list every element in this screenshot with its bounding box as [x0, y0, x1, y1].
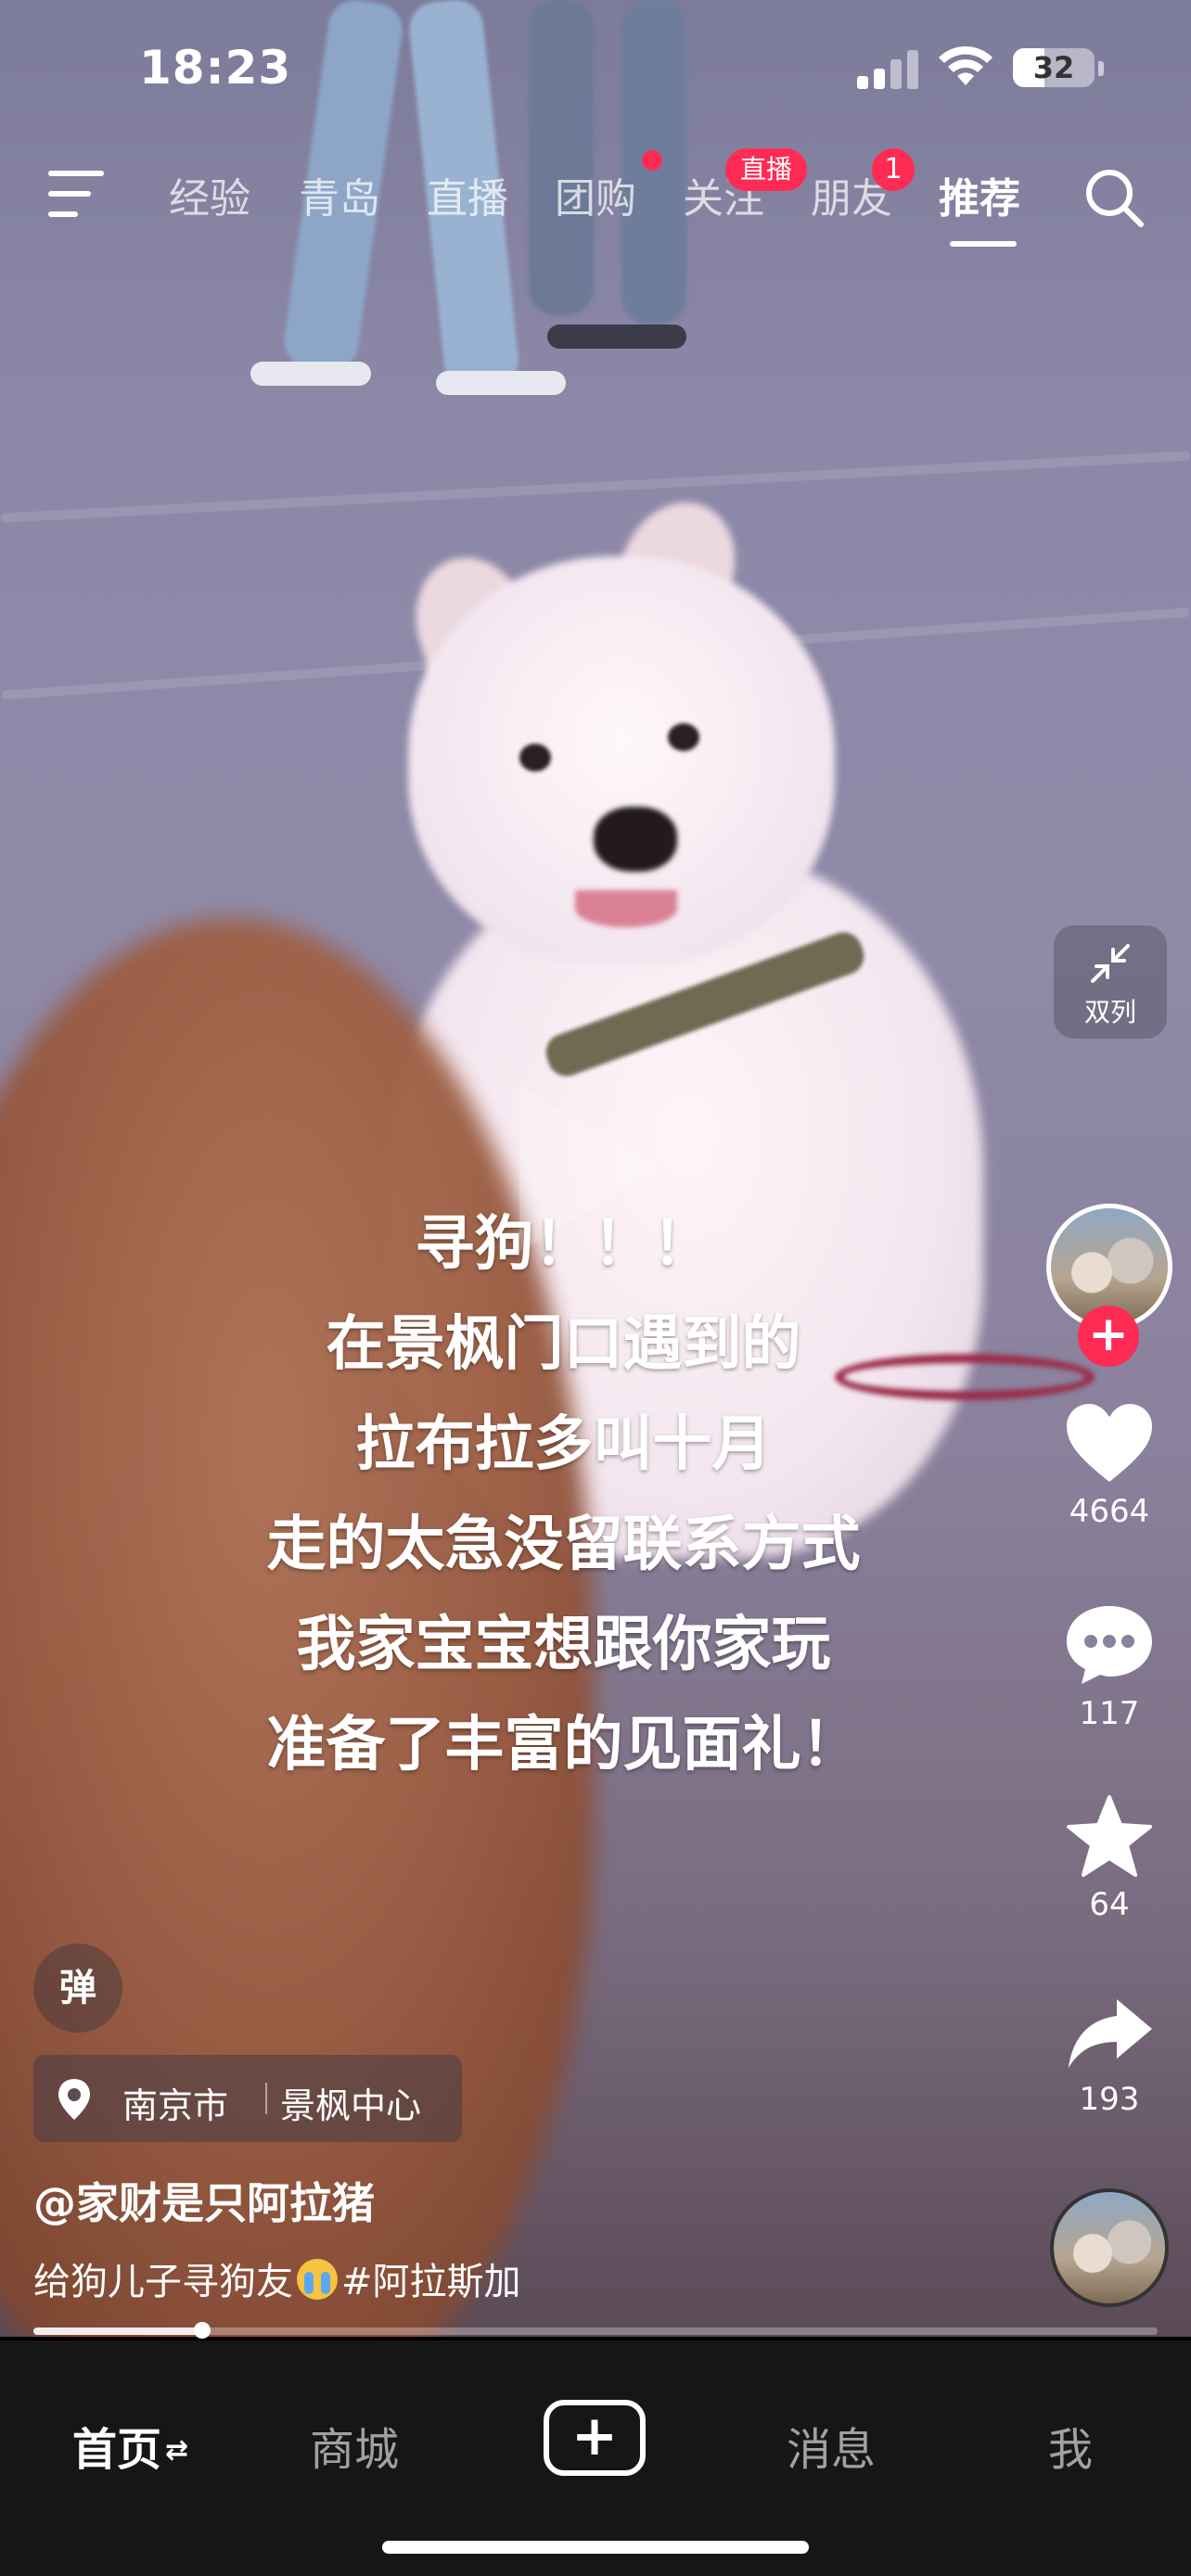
crying-emoji-icon	[297, 2259, 338, 2300]
nav-home[interactable]: 首页 ⇄	[72, 2413, 188, 2478]
friends-count-badge: 1	[872, 148, 915, 191]
star-icon	[1067, 1795, 1152, 1877]
nav-mall[interactable]: 商城	[310, 2413, 399, 2478]
notification-dot	[642, 150, 662, 171]
double-column-label: 双列	[1083, 997, 1136, 1027]
tab-live[interactable]: 直播	[427, 165, 508, 224]
overlay-line: 走的太急没留联系方式	[266, 1511, 861, 1579]
nav-me[interactable]: 我	[1048, 2413, 1093, 2478]
danmaku-toggle-button[interactable]: 弹	[33, 1944, 122, 2033]
video-player[interactable]: 寻狗！！！ 在景枫门口遇到的 拉布拉多叫十月 走的太急没留联系方式 我家宝宝想跟…	[0, 0, 1191, 2337]
overlay-line: 拉布拉多叫十月	[355, 1410, 772, 1479]
battery-icon: 32	[1013, 48, 1095, 87]
double-column-button[interactable]: 双列	[1054, 925, 1167, 1039]
create-button[interactable]: +	[544, 2400, 646, 2476]
like-count: 4664	[1069, 1493, 1150, 1530]
nav-messages[interactable]: 消息	[787, 2413, 876, 2478]
live-badge: 直播	[725, 148, 808, 191]
video-overlay-text: 寻狗！！！ 在景枫门口遇到的 拉布拉多叫十月 走的太急没留联系方式 我家宝宝想跟…	[0, 1194, 1127, 1795]
share-arrow-icon	[1069, 1999, 1152, 2068]
favorite-count: 64	[1089, 1886, 1130, 1923]
progress-fill	[33, 2327, 202, 2335]
tab-group-buy[interactable]: 团购	[555, 165, 636, 224]
location-pin-icon	[58, 2079, 90, 2120]
like-button[interactable]: 4664	[1046, 1402, 1172, 1530]
cellular-signal-icon	[857, 48, 922, 89]
wifi-icon	[939, 45, 992, 85]
overlay-line: 准备了丰富的见面礼！	[266, 1711, 861, 1779]
caption-text: 给狗儿子寻狗友	[33, 2261, 293, 2303]
comment-icon	[1067, 1606, 1152, 1684]
nav-home-label: 首页	[72, 2424, 162, 2476]
share-count: 193	[1079, 2081, 1140, 2118]
menu-icon[interactable]	[48, 171, 108, 221]
location-place: 景枫中心	[280, 2085, 422, 2126]
location-tag[interactable]: 南京市 景枫中心	[33, 2055, 462, 2142]
location-city: 南京市	[122, 2085, 229, 2126]
caption-hashtag[interactable]: #阿拉斯加	[341, 2261, 521, 2303]
battery-level: 32	[1032, 50, 1075, 85]
comment-button[interactable]: 117	[1046, 1602, 1172, 1732]
video-progress-bar[interactable]	[33, 2322, 1158, 2339]
clock: 18:23	[139, 41, 292, 95]
status-bar: 18:23 32	[0, 0, 1191, 139]
search-icon[interactable]	[1083, 167, 1145, 228]
tab-qingdao[interactable]: 青岛	[299, 165, 380, 224]
music-avatar[interactable]	[1050, 2188, 1169, 2307]
overlay-line: 寻狗！！！	[415, 1210, 712, 1279]
location-separator	[265, 2083, 267, 2114]
overlay-line: 我家宝宝想跟你家玩	[296, 1611, 831, 1679]
share-button[interactable]: 193	[1046, 1996, 1172, 2118]
video-caption: 给狗儿子寻狗友 #阿拉斯加	[33, 2251, 521, 2305]
battery-cap	[1098, 61, 1104, 76]
top-navigation: 经验 青岛 直播 团购 关注 直播 朋友 1 推荐	[0, 148, 1191, 260]
author-name[interactable]: @家财是只阿拉猪	[33, 2170, 375, 2231]
overlay-line: 在景枫门口遇到的	[326, 1310, 801, 1379]
progress-knob[interactable]	[193, 2322, 211, 2339]
swap-icon: ⇄	[165, 2434, 189, 2467]
heart-icon	[1067, 1404, 1152, 1482]
favorite-button[interactable]: 64	[1046, 1793, 1172, 1923]
home-indicator	[382, 2541, 809, 2554]
collapse-arrows-icon	[1091, 944, 1130, 983]
tab-recommended[interactable]: 推荐	[939, 165, 1020, 224]
tab-experience[interactable]: 经验	[169, 165, 250, 224]
active-tab-indicator	[950, 241, 1017, 247]
follow-plus-button[interactable]: +	[1078, 1306, 1139, 1367]
comment-count: 117	[1079, 1695, 1140, 1732]
